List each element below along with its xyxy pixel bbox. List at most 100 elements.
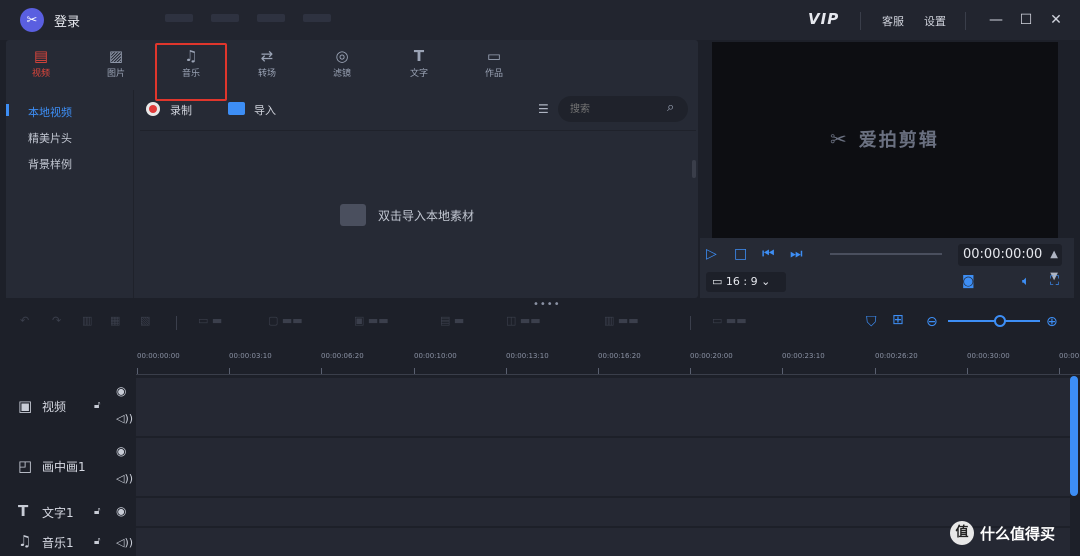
track-lane[interactable]	[136, 498, 1070, 526]
zoom-out-icon[interactable]: ⊖	[926, 314, 938, 330]
track-lane[interactable]	[136, 438, 1070, 496]
tool-4-icon[interactable]: ▤ ▬	[440, 314, 464, 327]
fit-timeline-icon[interactable]: ⊞	[892, 312, 904, 328]
tick-mark	[875, 368, 876, 374]
play-icon[interactable]: ▷	[706, 246, 717, 262]
maximize-button[interactable]: ☐	[1016, 10, 1036, 30]
snapshot-icon[interactable]: ◙	[962, 274, 975, 289]
film-icon: ▤	[33, 47, 49, 65]
record-icon[interactable]	[146, 102, 160, 116]
tab-video[interactable]: ▤ 视频	[16, 46, 66, 86]
volume-icon[interactable]: 🔈︎	[1022, 274, 1030, 289]
settings-button[interactable]: 设置	[924, 13, 946, 29]
tick-label: 00:00:20:00	[690, 352, 733, 360]
side-nav-background[interactable]: 背景样例	[28, 156, 72, 172]
vip-button[interactable]: VIP	[808, 10, 839, 28]
folder-icon: ▭	[486, 47, 502, 65]
tab-label: 转场	[257, 69, 276, 79]
track-label: 文字1	[42, 506, 74, 520]
import-button[interactable]: 导入	[254, 102, 276, 118]
stop-icon[interactable]: □	[734, 246, 747, 262]
preview-controls: ▷ □ ⏮ ⏭ 00:00:00:00 ▲ ▼ ▭ 16 : 9 ⌄ ◙ 🔈︎ ⛶	[700, 238, 1074, 298]
volume-icon[interactable]: ◁))	[116, 536, 133, 549]
tab-image[interactable]: ▨ 图片	[91, 46, 141, 86]
side-nav-intro[interactable]: 精美片头	[28, 130, 72, 146]
volume-icon[interactable]: ◁))	[116, 472, 133, 485]
aspect-ratio-select[interactable]: ▭ 16 : 9 ⌄	[706, 272, 786, 292]
timecode-field[interactable]: 00:00:00:00 ▲ ▼	[958, 244, 1062, 282]
preview-progress-bar[interactable]	[830, 253, 942, 255]
tool-2-icon[interactable]: ▢ ▬▬	[268, 314, 303, 327]
tick-mark	[1059, 368, 1060, 374]
login-link[interactable]: 登录	[54, 11, 80, 30]
tab-label: 文字	[409, 69, 428, 79]
tick-label: 00:00:10:00	[414, 352, 457, 360]
tool-6-icon[interactable]: ▥ ▬▬	[604, 314, 639, 327]
tool-1-icon[interactable]: ▭ ▬	[198, 314, 222, 327]
zoom-slider-handle[interactable]	[994, 315, 1006, 327]
divider	[965, 12, 966, 30]
unlock-icon[interactable]: 🔓︎	[94, 536, 100, 547]
tick-mark	[321, 368, 322, 374]
tab-label: 作品	[484, 69, 503, 79]
unlock-icon[interactable]: 🔓︎	[94, 506, 100, 517]
filter-icon: ◎	[335, 47, 349, 65]
track-video: ▣ 视频 🔓︎ ◉ ◁))	[0, 378, 1070, 436]
redo-icon[interactable]: ↷	[52, 314, 61, 327]
track-label: 画中画1	[42, 460, 86, 474]
tool-7-icon[interactable]: ▭ ▬▬	[712, 314, 747, 327]
tick-mark	[598, 368, 599, 374]
preview-brand: ✂ 爱拍剪辑	[830, 127, 939, 151]
zoom-in-icon[interactable]: ⊕	[1046, 314, 1058, 330]
tab-works[interactable]: ▭ 作品	[469, 46, 519, 86]
split-icon[interactable]: ▧	[140, 314, 150, 327]
track-label: 音乐1	[42, 536, 74, 550]
search-icon[interactable]: ⌕	[667, 100, 674, 115]
marker-icon[interactable]: ⛉	[866, 314, 877, 330]
track-header: T 文字1 🔓︎ ◉	[0, 498, 134, 526]
delete-icon[interactable]: ▥	[82, 314, 92, 327]
tab-filter[interactable]: ◎ 滤镜	[317, 46, 367, 86]
eye-icon[interactable]: ◉	[116, 384, 126, 398]
media-drop-area[interactable]: 双击导入本地素材	[140, 130, 696, 298]
watermark-badge: 值	[950, 521, 974, 545]
unlock-icon[interactable]: 🔓︎	[94, 400, 100, 411]
eye-icon[interactable]: ◉	[116, 504, 126, 518]
tab-label: 滤镜	[332, 69, 351, 79]
track-label: 视频	[42, 400, 67, 414]
track-header: ♫ 音乐1 🔓︎ ◁))	[0, 528, 134, 556]
media-scrollbar[interactable]	[692, 160, 696, 178]
copy-icon[interactable]: ▦	[110, 314, 120, 327]
track-lane[interactable]	[136, 528, 1070, 556]
tick-label: 00:00:26:20	[875, 352, 918, 360]
tick-mark	[782, 368, 783, 374]
import-icon[interactable]	[228, 102, 245, 115]
timeline-ruler[interactable]: 00:00:00:00 00:00:03:10 00:00:06:20 00:0…	[0, 344, 1080, 378]
side-nav-local-video[interactable]: 本地视频	[28, 104, 72, 120]
monitor-icon: ▭	[712, 275, 726, 288]
text-icon: T	[413, 47, 425, 65]
track-lane[interactable]	[136, 378, 1070, 436]
tick-mark	[690, 368, 691, 374]
customer-service-button[interactable]: 客服	[882, 13, 904, 29]
timeline-scrollbar[interactable]	[1070, 376, 1078, 496]
undo-icon[interactable]: ↶	[20, 314, 29, 327]
next-frame-icon[interactable]: ⏭	[790, 246, 803, 262]
tab-text[interactable]: T 文字	[394, 46, 444, 86]
eye-icon[interactable]: ◉	[116, 444, 126, 458]
fullscreen-icon[interactable]: ⛶	[1050, 274, 1059, 289]
tab-transition[interactable]: ⇄ 转场	[242, 46, 292, 86]
tool-3-icon[interactable]: ▣ ▬▬	[354, 314, 389, 327]
media-panel: ▤ 视频 ▨ 图片 ♫ 音乐 ⇄ 转场 ◎ 滤镜 T 文字 ▭ 作品 本地视频 …	[6, 40, 698, 298]
prev-frame-icon[interactable]: ⏮	[762, 246, 775, 262]
tick-label: 00:00:3	[1059, 352, 1080, 360]
sort-icon[interactable]: ☰	[538, 102, 549, 116]
close-button[interactable]: ✕	[1046, 10, 1066, 30]
volume-icon[interactable]: ◁))	[116, 412, 133, 425]
film-track-icon: ▣	[18, 397, 33, 415]
tool-5-icon[interactable]: ◫ ▬▬	[506, 314, 541, 327]
track-text: T 文字1 🔓︎ ◉	[0, 498, 1070, 526]
record-button[interactable]: 录制	[170, 102, 192, 118]
minimize-button[interactable]: —	[986, 10, 1006, 30]
edit-toolbar: ↶ ↷ ▥ ▦ ▧ ▭ ▬ ▢ ▬▬ ▣ ▬▬ ▤ ▬ ◫ ▬▬ ▥ ▬▬ ▭ …	[0, 306, 1080, 336]
